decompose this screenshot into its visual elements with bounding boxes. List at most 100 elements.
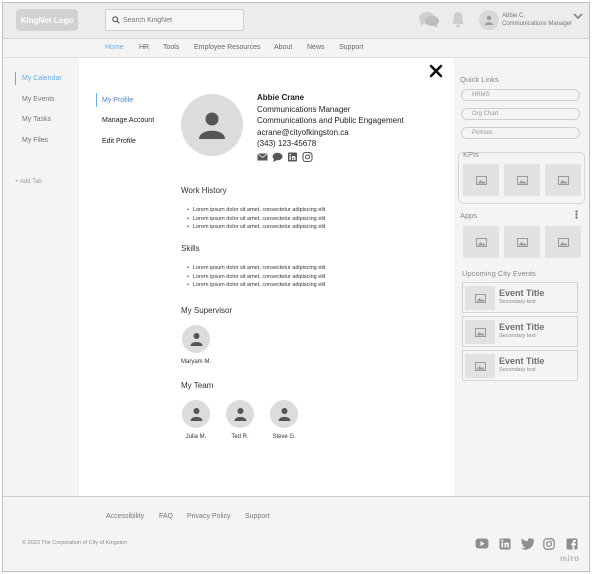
team-member-card[interactable]: Ted R.: [220, 400, 260, 440]
footer-link-faq[interactable]: FAQ: [159, 513, 173, 520]
profile-modal: My Profile Manage Account Edit Profile A…: [79, 58, 454, 496]
work-history-heading: Work History: [181, 186, 227, 195]
supervisor-avatar: [182, 325, 210, 353]
user-menu[interactable]: Abbie C. Communications Manager: [479, 10, 572, 30]
supervisor-card[interactable]: Maryam M.: [176, 325, 216, 365]
image-icon: [475, 237, 487, 247]
menu-manage-account[interactable]: Manage Account: [102, 117, 154, 124]
event-title: Event Title: [499, 356, 545, 366]
close-icon[interactable]: [429, 64, 443, 78]
kpis-heading: KPIs: [463, 150, 479, 159]
quick-link-hrms[interactable]: HRMS: [461, 89, 580, 101]
skills-heading: Skills: [181, 244, 200, 253]
supervisor-heading: My Supervisor: [181, 306, 233, 315]
event-thumbnail: [465, 286, 495, 310]
twitter-icon[interactable]: [521, 538, 535, 550]
person-icon: [190, 408, 202, 421]
linkedin-icon[interactable]: [499, 538, 511, 550]
person-icon: [485, 15, 493, 25]
image-icon: [516, 175, 528, 185]
sidebar-item-files[interactable]: My Files: [22, 137, 48, 144]
team-member-card[interactable]: Julia M.: [176, 400, 216, 440]
nav-hr[interactable]: HR: [139, 44, 149, 51]
nav-tools[interactable]: Tools: [163, 44, 179, 51]
menu-edit-profile[interactable]: Edit Profile: [102, 138, 136, 145]
team-heading: My Team: [181, 381, 214, 390]
image-icon: [474, 293, 486, 303]
kpi-tile[interactable]: [545, 164, 581, 196]
app-tile[interactable]: [545, 226, 581, 258]
team-member-name: Julia M.: [185, 434, 207, 440]
page-footer: Accessibility FAQ Privacy Policy Support…: [3, 496, 589, 571]
bell-icon[interactable]: [451, 11, 465, 28]
nav-employee-resources[interactable]: Employee Resources: [194, 44, 261, 51]
event-thumbnail: [465, 354, 495, 378]
profile-phone: (343) 123-45678: [257, 139, 317, 148]
nav-about[interactable]: About: [274, 44, 292, 51]
profile-name: Abbie Crane: [257, 93, 305, 102]
profile-email[interactable]: acrane@cityofkingston.ca: [257, 128, 349, 137]
quick-link-policies[interactable]: Policies: [461, 127, 580, 139]
footer-link-accessibility[interactable]: Accessibility: [106, 513, 144, 520]
team-member-card[interactable]: Steve G.: [264, 400, 304, 440]
mail-icon[interactable]: [257, 152, 268, 162]
app-tile[interactable]: [504, 226, 540, 258]
team-member-name: Ted R.: [231, 434, 249, 440]
chevron-down-icon[interactable]: [573, 13, 583, 20]
sidebar-item-events[interactable]: My Events: [22, 96, 55, 103]
event-card[interactable]: Event Title Secondary text: [462, 350, 578, 381]
instagram-icon[interactable]: [543, 538, 555, 550]
person-icon: [199, 112, 225, 139]
miro-watermark: miro: [560, 554, 580, 563]
nav-home[interactable]: Home: [105, 44, 124, 51]
menu-my-profile[interactable]: My Profile: [102, 97, 133, 104]
sidebar-item-tasks[interactable]: My Tasks: [22, 116, 51, 123]
events-heading: Upcoming City Events: [462, 269, 536, 278]
image-icon: [474, 361, 486, 371]
nav-support[interactable]: Support: [339, 44, 364, 51]
event-card[interactable]: Event Title Secondary text: [462, 316, 578, 347]
kpi-tile[interactable]: [463, 164, 499, 196]
add-tab-button[interactable]: + Add Tab: [15, 179, 42, 185]
user-name: Abbie C.: [502, 13, 526, 19]
person-icon: [278, 408, 290, 421]
event-thumbnail: [465, 320, 495, 344]
site-logo[interactable]: KingNet Logo: [16, 9, 78, 31]
search-icon: [112, 16, 120, 24]
footer-link-support[interactable]: Support: [245, 513, 270, 520]
list-item: Lorem ipsum dolor sit amet, consectetur …: [187, 215, 325, 224]
app-tile[interactable]: [463, 226, 499, 258]
event-subtitle: Secondary text: [499, 333, 536, 339]
sidebar-item-calendar[interactable]: My Calendar: [22, 75, 62, 82]
kpis-card: KPIs: [458, 150, 585, 204]
person-icon: [234, 408, 246, 421]
search-box[interactable]: [105, 9, 244, 31]
youtube-icon[interactable]: [475, 538, 489, 549]
linkedin-icon[interactable]: [287, 152, 298, 162]
more-vertical-icon[interactable]: [575, 210, 578, 219]
chat-icon[interactable]: [418, 11, 440, 29]
chat-icon[interactable]: [272, 152, 283, 162]
nav-news[interactable]: News: [307, 44, 325, 51]
left-sidebar: My Calendar My Events My Tasks My Files …: [3, 58, 79, 496]
skills-list: Lorem ipsum dolor sit amet, consectetur …: [187, 264, 325, 290]
facebook-icon[interactable]: [566, 538, 578, 550]
user-avatar: [479, 10, 499, 30]
supervisor-name: Maryam M.: [181, 359, 211, 365]
image-icon: [516, 237, 528, 247]
search-input[interactable]: [123, 16, 233, 24]
user-role: Communications Manager: [502, 21, 573, 27]
top-header: KingNet Logo Abbie C. Communications Man…: [3, 3, 589, 39]
team-member-name: Steve G.: [272, 434, 296, 440]
list-item: Lorem ipsum dolor sit amet, consectetur …: [187, 206, 325, 215]
instagram-icon[interactable]: [302, 152, 313, 162]
footer-link-privacy[interactable]: Privacy Policy: [187, 513, 231, 520]
event-title: Event Title: [499, 288, 545, 298]
kpi-tile[interactable]: [504, 164, 540, 196]
quick-link-org-chart[interactable]: Org Chart: [461, 108, 580, 120]
page-frame: KingNet Logo Abbie C. Communications Man…: [2, 2, 590, 572]
list-item: Lorem ipsum dolor sit amet, consectetur …: [187, 281, 325, 290]
copyright-text: © 2023 The Corporation of City of Kingst…: [22, 540, 128, 546]
profile-avatar: [181, 94, 243, 156]
event-card[interactable]: Event Title Secondary text: [462, 282, 578, 313]
